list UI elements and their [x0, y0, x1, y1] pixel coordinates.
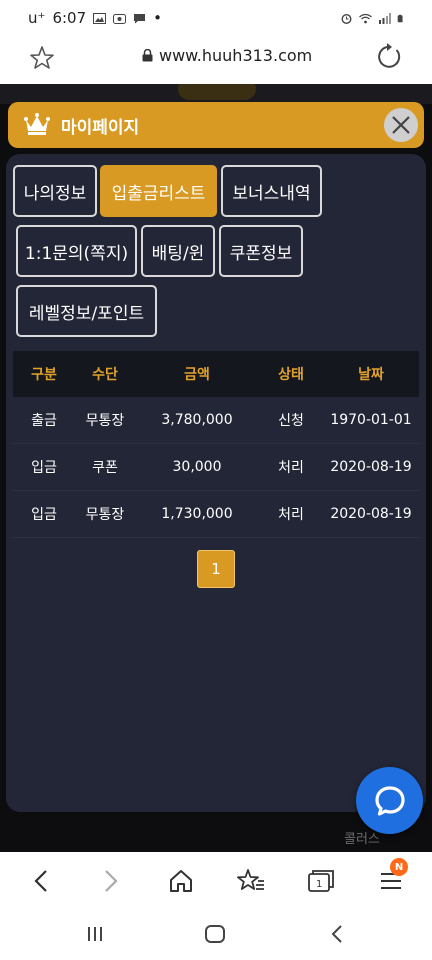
browser-bottom-bar: 1 — [0, 852, 432, 908]
status-left: u⁺ 6:07 • — [28, 9, 162, 27]
svg-text:1: 1 — [316, 879, 322, 890]
system-home-icon — [205, 925, 225, 943]
tab-label: 나의정보 — [23, 183, 87, 204]
cell-date: 2020-08-19 — [330, 506, 412, 522]
camera-icon — [113, 13, 127, 24]
battery-icon — [397, 14, 403, 22]
cell-date: 1970-01-01 — [330, 412, 412, 428]
carrier-label: u⁺ — [28, 9, 46, 27]
wifi-icon — [359, 13, 372, 23]
tab-label: 쿠폰정보 — [229, 243, 293, 264]
header-date: 날짜 — [358, 367, 384, 383]
tab-betting-win[interactable]: 배팅/윈 — [141, 225, 215, 277]
table-row: 출금 무통장 3,780,000 신청 1970-01-01 — [13, 397, 419, 444]
tab-deposit-withdraw-list[interactable]: 입출금리스트 — [100, 165, 217, 217]
system-back-button[interactable] — [324, 922, 350, 946]
tab-label: 입출금리스트 — [111, 183, 206, 204]
recent-apps-icon — [88, 927, 102, 941]
cell-method: 무통장 — [85, 413, 125, 429]
bookmarks-button[interactable] — [236, 866, 266, 896]
url-text: www.huuh313.com — [159, 46, 313, 65]
table-header: 구분 수단 금액 상태 날짜 — [13, 351, 419, 397]
cell-amount: 1,730,000 — [161, 506, 233, 522]
crown-icon — [24, 113, 50, 135]
notification-badge: N — [390, 858, 408, 876]
chevron-left-icon — [34, 870, 47, 892]
cell-status: 처리 — [278, 460, 304, 476]
gallery-icon — [93, 12, 107, 24]
message-icon — [134, 13, 146, 23]
recent-apps-button[interactable] — [82, 922, 108, 946]
header-amount: 금액 — [184, 367, 210, 383]
page-title: 마이페이지 — [61, 118, 140, 138]
pagination-page-button[interactable]: 1 — [197, 550, 235, 588]
reload-icon[interactable] — [374, 42, 404, 72]
close-button[interactable] — [384, 108, 418, 142]
cell-type: 출금 — [31, 413, 57, 429]
alarm-icon — [341, 13, 352, 24]
home-button[interactable] — [166, 866, 196, 896]
table-row: 입금 무통장 1,730,000 처리 2020-08-19 — [13, 491, 419, 538]
header-type: 구분 — [31, 367, 57, 383]
lock-icon — [142, 49, 153, 62]
signal-icon — [379, 12, 391, 24]
cell-type: 입금 — [31, 460, 57, 476]
system-back-icon — [331, 925, 342, 943]
cell-method: 쿠폰 — [92, 460, 118, 476]
table-row: 입금 쿠폰 30,000 처리 2020-08-19 — [13, 444, 419, 491]
status-bar: u⁺ 6:07 • — [0, 0, 432, 36]
tab-label: 1:1문의(쪽지) — [24, 243, 129, 264]
back-button[interactable] — [26, 866, 56, 896]
cell-amount: 3,780,000 — [161, 412, 233, 428]
browser-url-bar: www.huuh313.com — [0, 36, 432, 84]
header-status: 상태 — [278, 367, 304, 383]
chevron-right-icon — [105, 870, 118, 892]
tab-label: 보너스내역 — [232, 183, 311, 204]
live-chat-button[interactable] — [356, 767, 423, 834]
tab-level-points[interactable]: 레벨정보/포인트 — [16, 285, 157, 337]
clock: 6:07 — [52, 9, 87, 27]
status-right — [340, 12, 406, 24]
android-nav-bar — [0, 908, 432, 960]
tab-my-info[interactable]: 나의정보 — [13, 165, 97, 217]
home-icon — [170, 870, 192, 892]
tab-bonus-history[interactable]: 보너스내역 — [221, 165, 322, 217]
mypage-header: 마이페이지 — [8, 102, 424, 148]
bookmark-star-icon[interactable] — [28, 44, 56, 72]
page-top-decoration — [178, 84, 256, 100]
cell-status: 신청 — [278, 413, 304, 429]
transaction-table: 구분 수단 금액 상태 날짜 출금 무통장 3,780,000 신청 1970-… — [13, 351, 419, 538]
tabs-button[interactable]: 1 — [306, 866, 336, 896]
url-field[interactable]: www.huuh313.com — [142, 46, 312, 65]
system-home-button[interactable] — [202, 922, 228, 946]
cell-amount: 30,000 — [172, 459, 222, 475]
forward-button[interactable] — [96, 866, 126, 896]
close-icon — [392, 116, 410, 134]
tabs-icon: 1 — [308, 870, 334, 892]
tab-label: 레벨정보/포인트 — [28, 303, 145, 324]
tab-label: 배팅/윈 — [151, 243, 205, 264]
page-number: 1 — [211, 560, 221, 578]
cell-status: 처리 — [278, 507, 304, 523]
cell-type: 입금 — [31, 507, 57, 523]
notification-dot: • — [153, 9, 162, 27]
cell-method: 무통장 — [85, 507, 125, 523]
tab-coupon-info[interactable]: 쿠폰정보 — [219, 225, 303, 277]
cell-date: 2020-08-19 — [330, 459, 412, 475]
header-method: 수단 — [92, 367, 118, 383]
chat-bubble-icon — [374, 785, 405, 816]
bookmarks-icon — [237, 869, 264, 890]
tab-inquiry[interactable]: 1:1문의(쪽지) — [16, 225, 137, 277]
